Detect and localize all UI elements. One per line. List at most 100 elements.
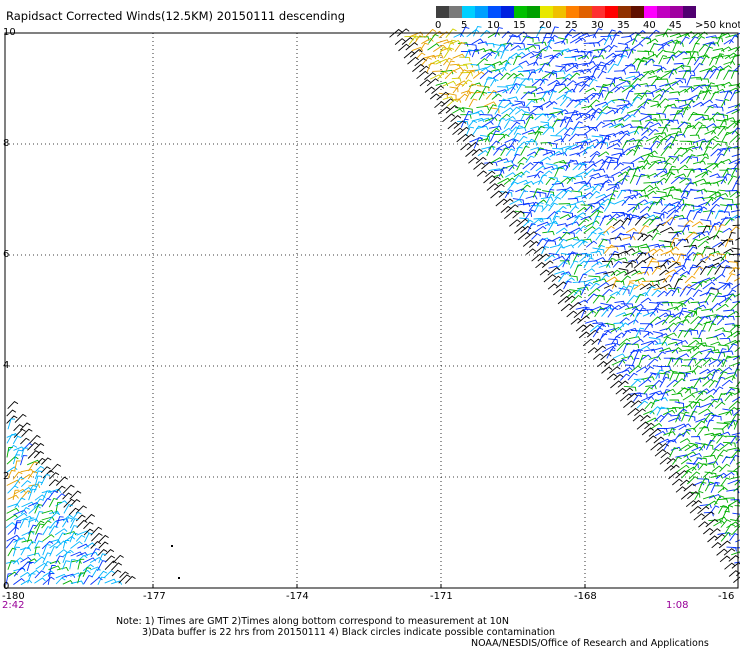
wind-barb — [492, 72, 504, 79]
wind-barb — [724, 523, 735, 535]
wind-barb — [496, 117, 506, 129]
wind-barb — [662, 104, 672, 114]
wind-barb — [686, 476, 699, 485]
wind-barb — [558, 231, 571, 241]
wind-barb — [55, 493, 66, 501]
wind-barb — [55, 577, 66, 585]
wind-barb — [651, 232, 661, 241]
wind-barb — [564, 111, 579, 117]
wind-barb — [600, 353, 612, 361]
wind-barb — [659, 365, 672, 371]
wind-barb — [668, 471, 680, 480]
wind-barb — [611, 225, 625, 233]
wind-barb — [585, 87, 597, 93]
wind-barb — [560, 303, 573, 312]
wind-barb — [539, 269, 550, 276]
wind-barb — [563, 244, 574, 249]
wind-barb — [704, 105, 714, 114]
wind-barb — [686, 74, 696, 86]
wind-barb — [714, 192, 729, 199]
wind-barb — [731, 109, 740, 115]
wind-barb — [596, 111, 607, 121]
wind-barbs-right-swath — [389, 25, 740, 583]
wind-barb — [40, 473, 51, 486]
wind-barb — [645, 135, 660, 142]
wind-barb — [598, 160, 610, 171]
wind-barb — [593, 61, 605, 73]
wind-barb — [732, 512, 740, 515]
wind-barb — [605, 109, 616, 115]
wind-barb — [557, 223, 568, 228]
wind-barb — [726, 488, 740, 494]
wind-barb — [649, 261, 660, 267]
wind-barb — [565, 65, 579, 72]
wind-barb — [577, 184, 589, 192]
wind-barb — [709, 302, 722, 312]
wind-barb — [453, 120, 467, 129]
wind-barb — [26, 552, 41, 557]
wind-barb — [622, 387, 634, 395]
wind-barb — [689, 134, 700, 140]
wind-barb — [561, 189, 572, 199]
wind-barb — [467, 111, 481, 117]
wind-barb — [637, 271, 650, 276]
wind-barb — [729, 533, 739, 542]
wind-barb — [651, 180, 663, 185]
wind-barb — [617, 189, 627, 199]
wind-barb — [587, 288, 601, 297]
wind-barb — [715, 303, 729, 311]
wind-barb — [617, 54, 628, 67]
wind-barb — [623, 400, 635, 408]
wind-barb — [677, 225, 690, 231]
wind-barb — [606, 296, 616, 304]
wind-barb — [710, 91, 720, 101]
wind-barb — [590, 305, 604, 312]
wind-barb — [558, 203, 572, 208]
wind-barb — [519, 190, 529, 200]
wind-barb — [625, 260, 637, 268]
wind-barb — [596, 174, 610, 179]
wind-barb — [705, 196, 717, 206]
wind-barb — [711, 143, 722, 150]
wind-barb — [103, 570, 115, 579]
wind-barb — [542, 151, 554, 156]
wind-barb — [692, 160, 706, 165]
wind-barb — [690, 436, 701, 441]
wind-barb — [525, 112, 537, 121]
wind-barb — [720, 477, 731, 487]
wind-barb — [569, 206, 579, 214]
wind-barb — [594, 198, 606, 205]
wind-barb — [568, 275, 578, 281]
wind-barb — [640, 246, 651, 251]
wind-barb — [677, 121, 688, 129]
wind-barb — [648, 29, 660, 38]
wind-barb — [684, 275, 696, 284]
wind-barb — [733, 277, 740, 282]
wind-barb — [658, 55, 668, 65]
wind-barb — [692, 42, 700, 52]
wind-barb — [435, 81, 449, 87]
wind-barb — [674, 99, 687, 105]
wind-barb — [7, 526, 20, 535]
wind-barb — [648, 161, 660, 170]
wind-barb — [118, 574, 131, 584]
wind-barb — [483, 101, 497, 107]
wind-barb — [645, 214, 657, 219]
wind-barb — [659, 457, 672, 465]
wind-barb — [453, 67, 464, 72]
wind-barb — [685, 231, 698, 240]
wind-barb — [636, 421, 649, 430]
wind-barb — [594, 158, 606, 164]
wind-barb — [592, 247, 605, 254]
wind-barb — [651, 267, 662, 275]
wind-barb — [708, 323, 717, 332]
wind-barb — [567, 197, 579, 203]
wind-barb — [698, 235, 711, 242]
wind-barb — [594, 307, 605, 318]
wind-barb — [539, 156, 551, 163]
wind-barb — [714, 401, 726, 409]
wind-barb — [643, 121, 654, 130]
wind-barb — [111, 562, 123, 571]
wind-barb — [572, 239, 586, 247]
wind-barb — [686, 169, 696, 178]
